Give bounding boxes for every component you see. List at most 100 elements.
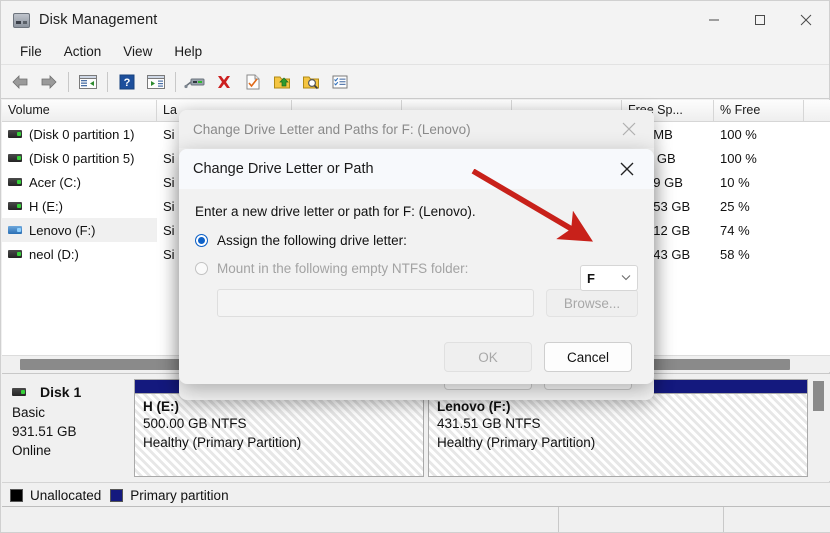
drive-icon bbox=[8, 130, 22, 138]
details-list-icon[interactable] bbox=[326, 69, 354, 95]
svg-text:?: ? bbox=[124, 77, 131, 89]
disk-status: Online bbox=[12, 443, 52, 458]
partition-status: Healthy (Primary Partition) bbox=[143, 435, 302, 450]
disk-name: Disk 1 bbox=[40, 384, 82, 400]
drive-letter-dropdown[interactable]: F bbox=[580, 265, 638, 291]
rescan-disks-icon[interactable] bbox=[181, 69, 209, 95]
radio-mount-ntfs-folder[interactable]: Mount in the following empty NTFS folder… bbox=[195, 261, 638, 276]
status-segment-2 bbox=[559, 507, 724, 532]
menu-view[interactable]: View bbox=[112, 42, 163, 61]
disk-panel-vertical-scrollbar[interactable] bbox=[811, 379, 826, 477]
radio-button-unselected[interactable] bbox=[195, 262, 208, 275]
cell-volume: H (E:) bbox=[2, 194, 157, 218]
radio-label-mount: Mount in the following empty NTFS folder… bbox=[217, 261, 469, 276]
mount-folder-row: Browse... bbox=[195, 289, 638, 317]
window-title: Disk Management bbox=[39, 12, 158, 28]
browse-button[interactable]: Browse... bbox=[546, 289, 638, 317]
radio-assign-drive-letter[interactable]: Assign the following drive letter: bbox=[195, 233, 638, 248]
disk-type: Basic bbox=[12, 405, 46, 420]
mount-folder-input[interactable] bbox=[217, 289, 534, 317]
ok-button[interactable]: OK bbox=[444, 342, 532, 372]
legend-item-unallocated: Unallocated bbox=[10, 488, 101, 503]
help-icon[interactable]: ? bbox=[113, 69, 141, 95]
partition-details: H (E:) 500.00 GB NTFS Healthy (Primary P… bbox=[135, 394, 423, 476]
legend-swatch-unallocated bbox=[10, 488, 23, 502]
cell-volume: Acer (C:) bbox=[2, 170, 157, 194]
dialog-title-bar: Change Drive Letter or Path bbox=[179, 149, 654, 189]
forward-arrow-icon[interactable] bbox=[35, 69, 63, 95]
legend-label-unallocated: Unallocated bbox=[30, 487, 102, 503]
drive-icon bbox=[8, 202, 22, 210]
legend: Unallocated Primary partition bbox=[2, 482, 830, 507]
disk-icon bbox=[12, 388, 26, 396]
cell-volume: (Disk 0 partition 5) bbox=[2, 146, 157, 170]
radio-button-selected[interactable] bbox=[195, 234, 208, 247]
cell-volume: (Disk 0 partition 1) bbox=[2, 122, 157, 146]
chevron-down-icon bbox=[621, 273, 631, 284]
drive-letter-value: F bbox=[587, 270, 595, 286]
properties-icon[interactable] bbox=[239, 69, 267, 95]
dialog-title: Change Drive Letter or Path bbox=[193, 161, 374, 177]
volume-label: (Disk 0 partition 1) bbox=[29, 126, 135, 142]
disk-size: 931.51 GB bbox=[12, 424, 77, 439]
window-controls bbox=[691, 1, 829, 39]
dialog-body: Enter a new drive letter or path for F: … bbox=[179, 189, 654, 344]
toolbar-separator bbox=[107, 71, 108, 92]
close-icon[interactable] bbox=[610, 115, 648, 143]
close-icon[interactable] bbox=[783, 1, 829, 39]
toolbar-separator bbox=[68, 71, 69, 92]
cell-percent-free: 25 % bbox=[720, 198, 750, 214]
cell-volume: Lenovo (F:) bbox=[2, 218, 157, 242]
legend-item-primary-partition: Primary partition bbox=[110, 488, 229, 503]
volume-label: neol (D:) bbox=[29, 246, 79, 262]
show-hide-console-tree-icon[interactable] bbox=[74, 69, 102, 95]
radio-label-assign: Assign the following drive letter: bbox=[217, 233, 407, 248]
volume-label: (Disk 0 partition 5) bbox=[29, 150, 135, 166]
partition-size: 431.51 GB NTFS bbox=[437, 416, 541, 431]
cell-percent-free: 10 % bbox=[720, 174, 750, 190]
menu-bar: File Action View Help bbox=[1, 39, 829, 65]
status-bar bbox=[2, 506, 830, 532]
back-arrow-icon[interactable] bbox=[6, 69, 34, 95]
scrollbar-thumb[interactable] bbox=[813, 381, 824, 411]
dialog-button-row: OK Cancel bbox=[179, 342, 654, 372]
volume-label: Acer (C:) bbox=[29, 174, 81, 190]
volume-label: Lenovo (F:) bbox=[29, 222, 96, 238]
legend-swatch-primary bbox=[110, 488, 124, 502]
menu-file[interactable]: File bbox=[9, 42, 53, 61]
disk-title-row: Disk 1 bbox=[12, 384, 134, 400]
drive-icon bbox=[8, 154, 22, 162]
toolbar: ? bbox=[1, 65, 829, 99]
export-list-icon[interactable] bbox=[268, 69, 296, 95]
search-folder-icon[interactable] bbox=[297, 69, 325, 95]
cell-percent-free: 100 % bbox=[720, 150, 757, 166]
partition-size: 500.00 GB NTFS bbox=[143, 416, 247, 431]
title-bar: Disk Management bbox=[1, 1, 829, 39]
cell-percent-free: 58 % bbox=[720, 246, 750, 262]
cell-percent-free: 100 % bbox=[720, 126, 757, 142]
disk-icon bbox=[13, 12, 30, 28]
disk-info[interactable]: Disk 1 Basic 931.51 GB Online bbox=[6, 379, 134, 477]
maximize-icon[interactable] bbox=[737, 1, 783, 39]
drive-icon bbox=[8, 250, 22, 258]
column-header-volume[interactable]: Volume bbox=[2, 100, 157, 121]
partition-name: H (E:) bbox=[143, 399, 179, 414]
partition-name: Lenovo (F:) bbox=[437, 399, 511, 414]
drive-icon bbox=[8, 178, 22, 186]
partition-status: Healthy (Primary Partition) bbox=[437, 435, 596, 450]
show-hide-action-pane-icon[interactable] bbox=[142, 69, 170, 95]
change-drive-letter-or-path-dialog: Change Drive Letter or Path Enter a new … bbox=[179, 149, 654, 384]
close-icon[interactable] bbox=[608, 155, 646, 183]
dialog-title: Change Drive Letter and Paths for F: (Le… bbox=[193, 121, 471, 137]
delete-icon[interactable] bbox=[210, 69, 238, 95]
column-header-percent-free[interactable]: % Free bbox=[714, 100, 804, 121]
menu-help[interactable]: Help bbox=[163, 42, 213, 61]
cancel-button[interactable]: Cancel bbox=[544, 342, 632, 372]
menu-action[interactable]: Action bbox=[53, 42, 113, 61]
minimize-icon[interactable] bbox=[691, 1, 737, 39]
drive-icon bbox=[8, 226, 22, 234]
dialog-prompt: Enter a new drive letter or path for F: … bbox=[195, 204, 476, 219]
status-segment-3 bbox=[724, 507, 829, 532]
cell-percent-free: 74 % bbox=[720, 222, 750, 238]
dialog-title-bar: Change Drive Letter and Paths for F: (Le… bbox=[179, 110, 654, 148]
